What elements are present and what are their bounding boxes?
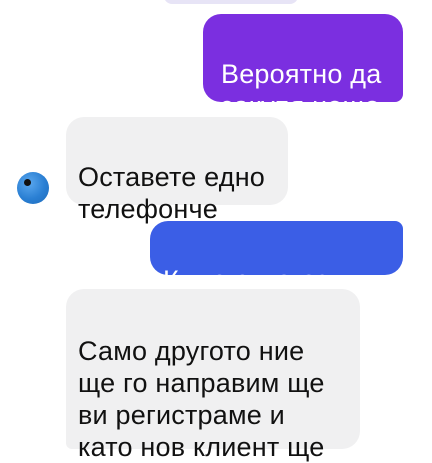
message-text: Вероятно да закупя нещо (221, 59, 382, 121)
outgoing-message-bubble[interactable]: Къде е магазиът (150, 221, 403, 295)
message-text: Оставете едно телефонче (78, 162, 266, 224)
contact-avatar-icon[interactable] (17, 172, 49, 204)
outgoing-message-bubble[interactable]: Вероятно да закупя нещо (203, 14, 403, 121)
message-text: Само другото ние ще го направим ще ви ре… (78, 336, 325, 462)
previous-message-bubble (164, 0, 298, 4)
chat-thread: Вероятно да закупя нещо Оставете едно те… (0, 0, 432, 462)
incoming-message-bubble[interactable]: Само другото ние ще го направим ще ви ре… (66, 289, 360, 462)
avatar-mark (24, 179, 31, 186)
incoming-message-bubble[interactable]: Оставете едно телефонче (66, 117, 288, 224)
